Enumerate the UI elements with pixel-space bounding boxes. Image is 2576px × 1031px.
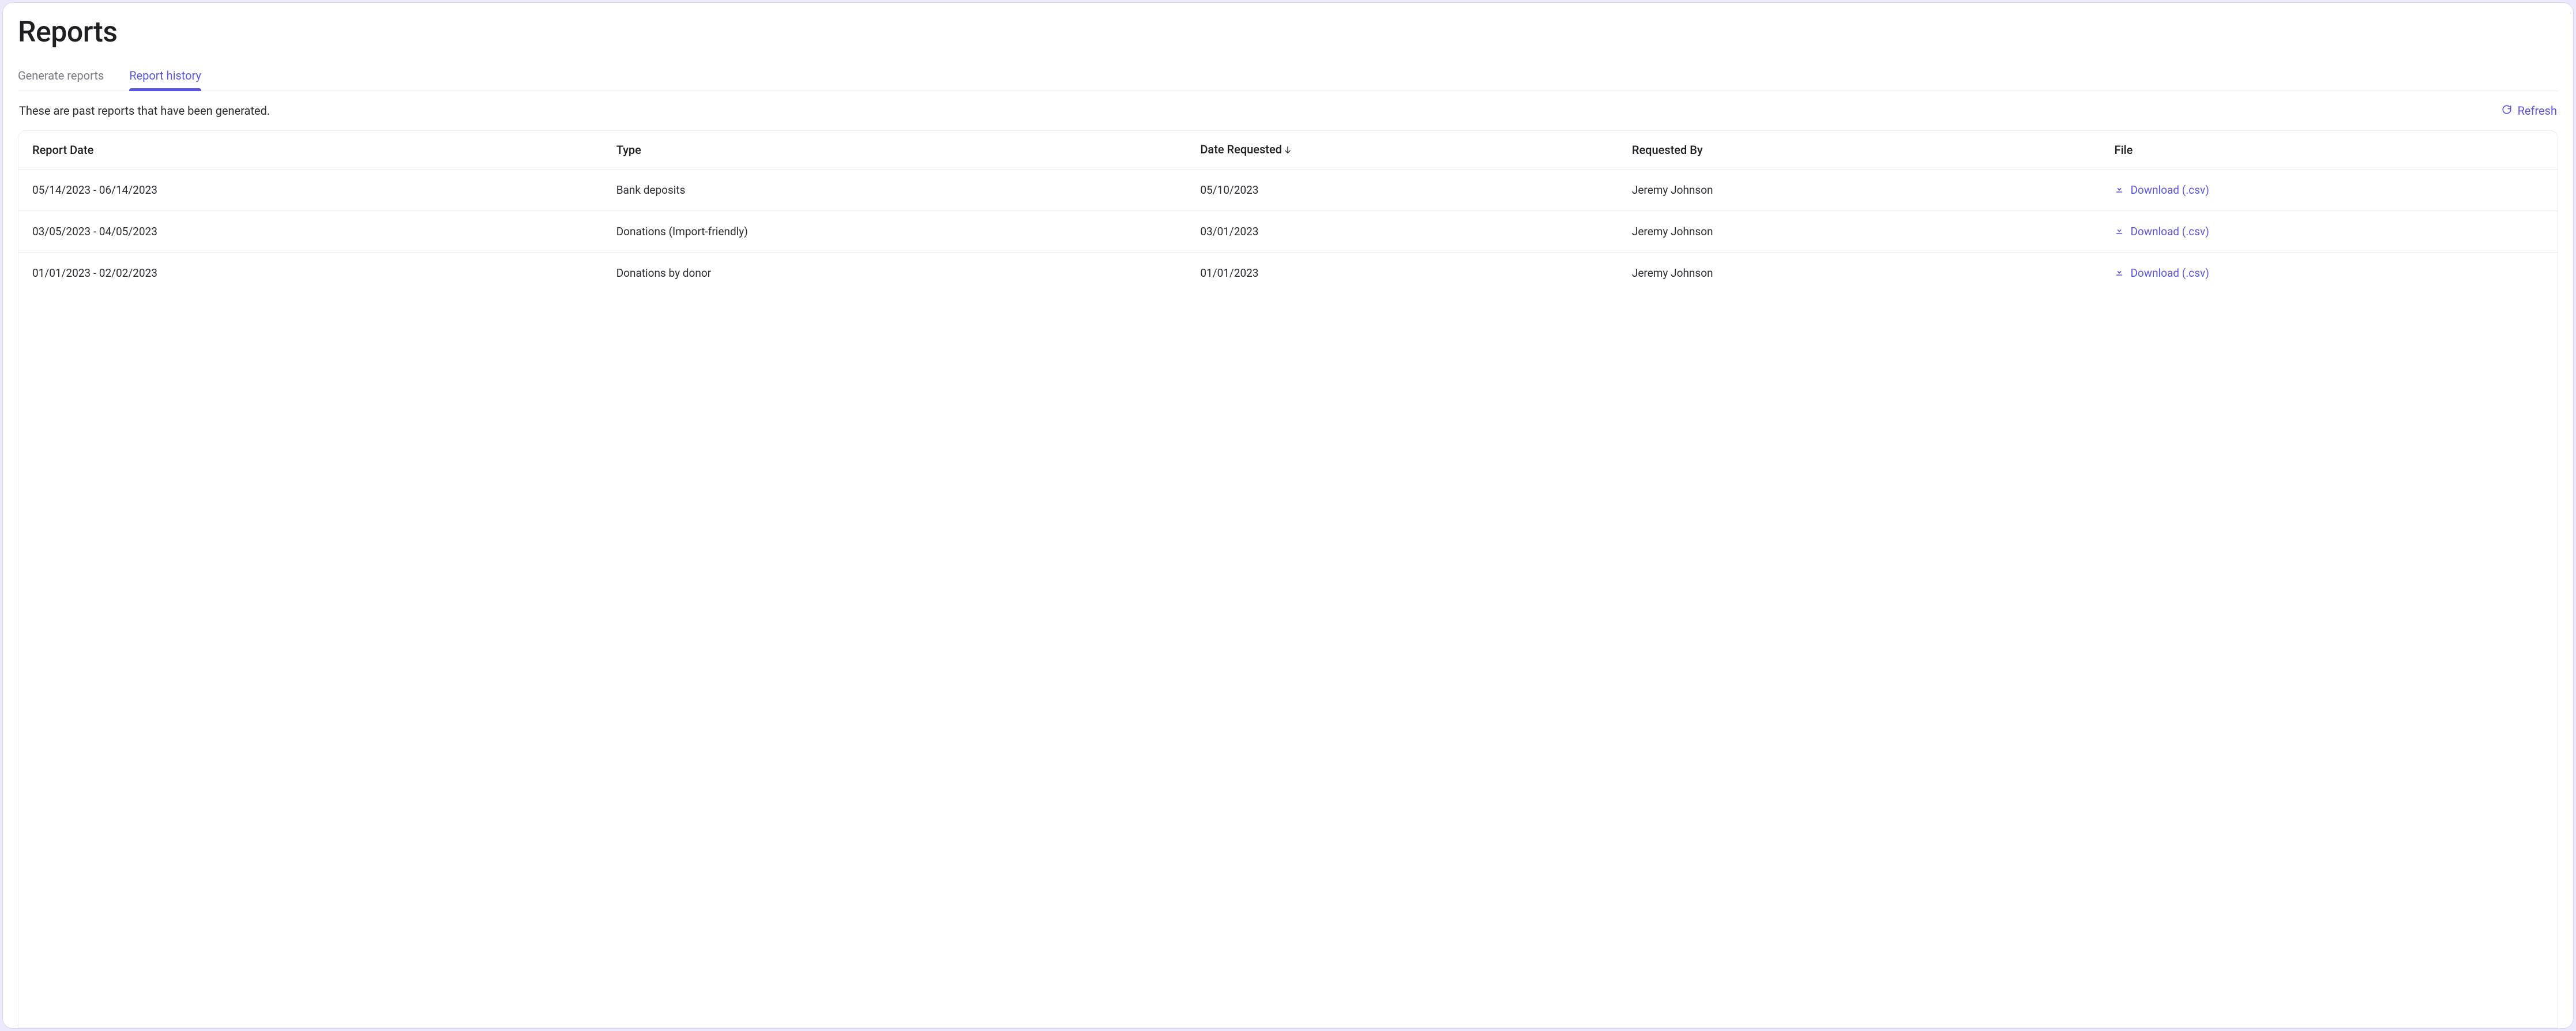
reports-window: Reports Generate reports Report history … — [2, 2, 2574, 1029]
refresh-button[interactable]: Refresh — [2502, 104, 2557, 118]
cell-report-date: 05/14/2023 - 06/14/2023 — [18, 170, 603, 211]
table-header-row: Report Date Type Date Requested — [18, 131, 2558, 170]
download-label: Download (.csv) — [2130, 225, 2209, 238]
cell-file: Download (.csv) — [2100, 253, 2558, 294]
table-row: 05/14/2023 - 06/14/2023 Bank deposits 05… — [18, 170, 2558, 211]
tab-generate-reports[interactable]: Generate reports — [18, 65, 104, 91]
report-table: Report Date Type Date Requested — [18, 131, 2558, 294]
subheader: These are past reports that have been ge… — [18, 91, 2558, 130]
sort-desc-icon — [1283, 144, 1292, 157]
cell-requested-by: Jeremy Johnson — [1618, 211, 2101, 253]
cell-report-date: 01/01/2023 - 02/02/2023 — [18, 253, 603, 294]
refresh-icon — [2502, 104, 2512, 118]
tabs: Generate reports Report history — [18, 65, 2558, 91]
cell-requested-by: Jeremy Johnson — [1618, 170, 2101, 211]
cell-file: Download (.csv) — [2100, 170, 2558, 211]
col-header-report-date[interactable]: Report Date — [18, 131, 603, 170]
tab-report-history[interactable]: Report history — [129, 65, 201, 91]
refresh-label: Refresh — [2518, 104, 2557, 118]
download-icon — [2114, 266, 2124, 280]
cell-type: Bank deposits — [603, 170, 1187, 211]
cell-type: Donations by donor — [603, 253, 1187, 294]
download-button[interactable]: Download (.csv) — [2114, 266, 2209, 280]
table-row: 01/01/2023 - 02/02/2023 Donations by don… — [18, 253, 2558, 294]
download-label: Download (.csv) — [2130, 266, 2209, 280]
col-header-requested-by[interactable]: Requested By — [1618, 131, 2101, 170]
page-title: Reports — [18, 16, 2558, 49]
col-header-date-requested[interactable]: Date Requested — [1186, 131, 1618, 170]
download-icon — [2114, 225, 2124, 238]
cell-type: Donations (Import-friendly) — [603, 211, 1187, 253]
cell-requested-by: Jeremy Johnson — [1618, 253, 2101, 294]
cell-date-requested: 05/10/2023 — [1186, 170, 1618, 211]
download-button[interactable]: Download (.csv) — [2114, 225, 2209, 238]
tab-label: Generate reports — [18, 69, 104, 82]
subheader-text: These are past reports that have been ge… — [19, 104, 270, 118]
tab-label: Report history — [129, 69, 201, 82]
report-table-card: Report Date Type Date Requested — [18, 130, 2558, 1028]
cell-date-requested: 03/01/2023 — [1186, 211, 1618, 253]
col-header-file[interactable]: File — [2100, 131, 2558, 170]
cell-report-date: 03/05/2023 - 04/05/2023 — [18, 211, 603, 253]
col-header-type[interactable]: Type — [603, 131, 1187, 170]
download-icon — [2114, 183, 2124, 197]
table-row: 03/05/2023 - 04/05/2023 Donations (Impor… — [18, 211, 2558, 253]
cell-date-requested: 01/01/2023 — [1186, 253, 1618, 294]
cell-file: Download (.csv) — [2100, 211, 2558, 253]
download-label: Download (.csv) — [2130, 183, 2209, 197]
download-button[interactable]: Download (.csv) — [2114, 183, 2209, 197]
